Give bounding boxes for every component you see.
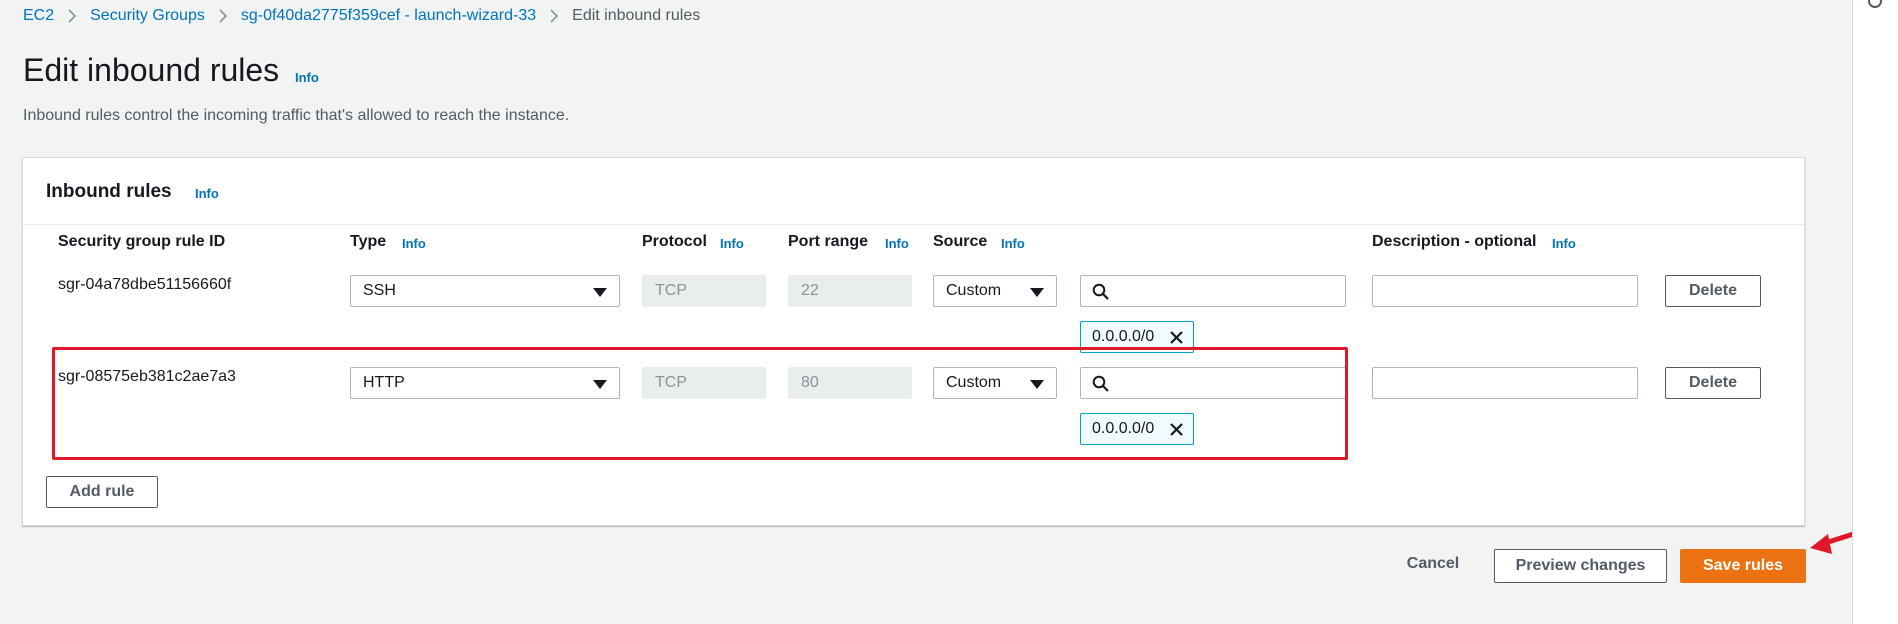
column-header-type: Type: [350, 233, 387, 250]
caret-down-icon: [1030, 288, 1044, 297]
preview-changes-button[interactable]: Preview changes: [1494, 549, 1667, 583]
column-header-port-range: Port range: [788, 233, 869, 250]
port-range-info-link[interactable]: Info: [885, 236, 909, 251]
source-info-link[interactable]: Info: [1001, 236, 1025, 251]
main-content: EC2 Security Groups sg-0f40da2775f359cef…: [0, 0, 1868, 624]
type-select[interactable]: SSH: [350, 275, 620, 307]
port-range-value: 22: [801, 282, 819, 299]
description-input[interactable]: [1372, 275, 1638, 307]
column-header-rule-id: Security group rule ID: [58, 233, 226, 250]
page-description: Inbound rules control the incoming traff…: [23, 107, 570, 124]
page: EC2 Security Groups sg-0f40da2775f359cef…: [0, 0, 1898, 624]
type-info-link[interactable]: Info: [402, 236, 426, 251]
description-info-link[interactable]: Info: [1552, 236, 1576, 251]
page-title: Edit inbound rules: [23, 52, 280, 88]
delete-rule-button[interactable]: Delete: [1665, 367, 1761, 399]
breadcrumb: EC2 Security Groups sg-0f40da2775f359cef…: [23, 6, 700, 26]
highlight-box: [52, 347, 1348, 460]
protocol-info-link[interactable]: Info: [720, 236, 744, 251]
save-rules-button[interactable]: Save rules: [1680, 549, 1806, 583]
panel-title: Inbound rules: [46, 181, 172, 202]
cancel-button[interactable]: Cancel: [1393, 548, 1473, 580]
protocol-value: TCP: [655, 282, 687, 299]
port-range-field: 22: [788, 275, 912, 307]
chevron-right-icon: [542, 6, 566, 26]
rule-id: sgr-04a78dbe51156660f: [58, 276, 232, 293]
delete-rule-button[interactable]: Delete: [1665, 275, 1761, 307]
column-header-source: Source: [933, 233, 988, 250]
cidr-token-label: 0.0.0.0/0: [1092, 328, 1155, 345]
column-header-description: Description - optional: [1372, 233, 1537, 250]
add-rule-button[interactable]: Add rule: [46, 476, 158, 508]
page-title-info-link[interactable]: Info: [295, 70, 319, 85]
type-select-value: SSH: [363, 282, 396, 299]
breadcrumb-security-group[interactable]: sg-0f40da2775f359cef - launch-wizard-33: [241, 7, 536, 25]
inbound-rules-panel: Inbound rules Info Security group rule I…: [22, 157, 1805, 526]
protocol-field: TCP: [642, 275, 766, 307]
breadcrumb-security-groups[interactable]: Security Groups: [90, 7, 205, 25]
source-select-value: Custom: [946, 282, 1002, 299]
caret-down-icon: [593, 288, 607, 297]
panel-info-link[interactable]: Info: [195, 186, 219, 201]
chevron-right-icon: [211, 6, 235, 26]
source-search-input[interactable]: [1080, 275, 1346, 307]
description-input[interactable]: [1372, 367, 1638, 399]
search-icon: [1092, 283, 1109, 300]
source-select[interactable]: Custom: [933, 275, 1057, 307]
breadcrumb-ec2[interactable]: EC2: [23, 7, 54, 25]
close-icon[interactable]: [1169, 330, 1184, 345]
panel-divider: [23, 224, 1804, 225]
chevron-right-icon: [60, 6, 84, 26]
right-rail: [1852, 0, 1898, 624]
breadcrumb-current: Edit inbound rules: [572, 7, 701, 24]
column-header-protocol: Protocol: [642, 233, 707, 250]
